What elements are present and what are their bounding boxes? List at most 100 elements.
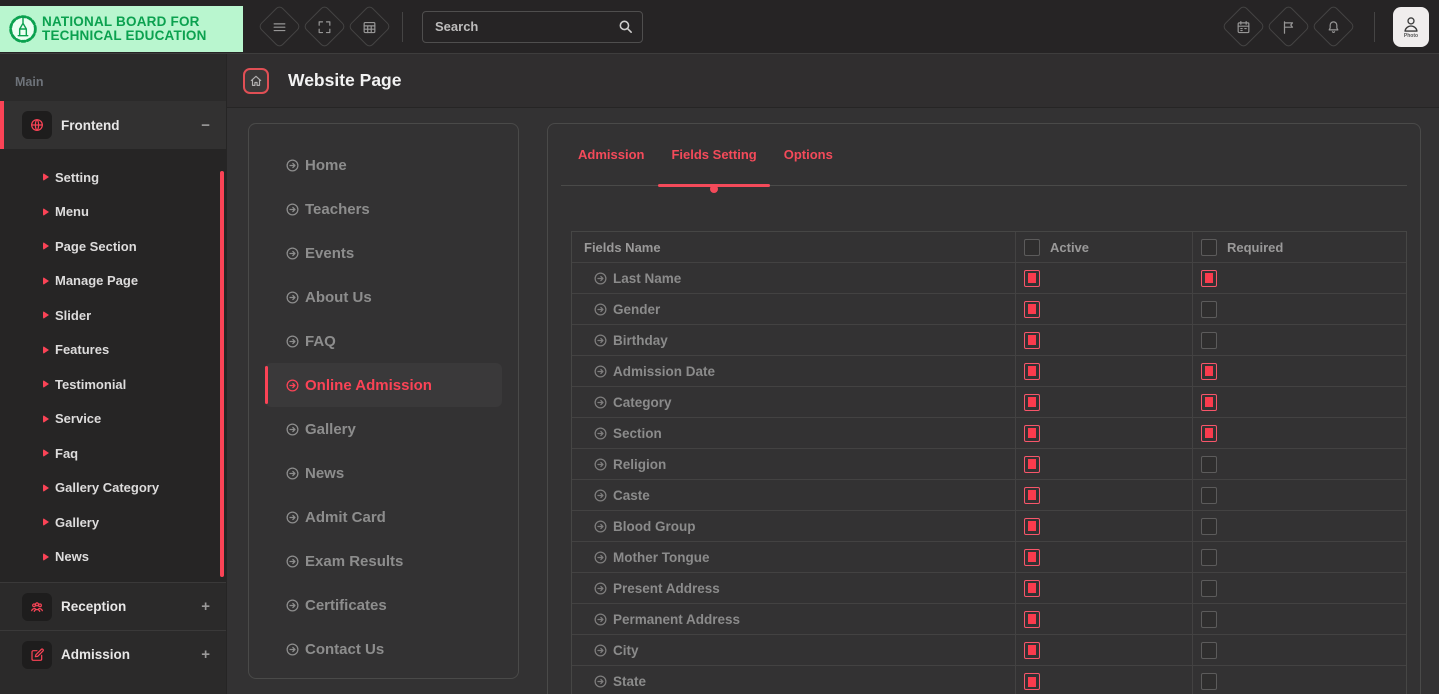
- page-nav-item-faq[interactable]: FAQ: [265, 319, 502, 363]
- required-checkbox-caste[interactable]: [1201, 486, 1217, 504]
- sidebar-group-frontend[interactable]: Frontend −: [0, 101, 226, 149]
- required-header-checkbox[interactable]: [1201, 238, 1217, 256]
- required-checkbox-admission-date[interactable]: [1201, 362, 1217, 380]
- table-row-permanent-address: Permanent Address: [572, 604, 1406, 635]
- required-checkbox-category[interactable]: [1201, 393, 1217, 411]
- required-checkbox-mother-tongue[interactable]: [1201, 548, 1217, 566]
- arrow-circle-icon: [593, 333, 608, 348]
- page-nav-item-gallery[interactable]: Gallery: [265, 407, 502, 451]
- active-checkbox-blood-group[interactable]: [1024, 517, 1040, 535]
- sidebar-section-label: Main: [15, 75, 44, 89]
- sidebar-item-gallery[interactable]: Gallery: [0, 505, 226, 540]
- table-row-section: Section: [572, 418, 1406, 449]
- sidebar-item-testimonial[interactable]: Testimonial: [0, 367, 226, 402]
- arrow-circle-icon: [285, 598, 300, 613]
- page-nav-item-online-admission[interactable]: Online Admission: [265, 363, 502, 407]
- arrow-circle-icon: [593, 302, 608, 317]
- page-nav-item-events[interactable]: Events: [265, 231, 502, 275]
- page-nav-item-certificates[interactable]: Certificates: [265, 583, 502, 627]
- arrow-circle-icon: [593, 271, 608, 286]
- sidebar-item-page-section[interactable]: Page Section: [0, 229, 226, 264]
- arrow-circle-icon: [285, 202, 300, 217]
- active-checkbox-permanent-address[interactable]: [1024, 610, 1040, 628]
- arrow-circle-icon: [285, 378, 300, 393]
- sidebar-group-admission[interactable]: Admission +: [0, 630, 226, 678]
- search-input[interactable]: [422, 10, 643, 43]
- required-checkbox-section[interactable]: [1201, 424, 1217, 442]
- page-nav-item-admit-card[interactable]: Admit Card: [265, 495, 502, 539]
- sidebar-item-setting[interactable]: Setting: [0, 160, 226, 195]
- search-icon[interactable]: [617, 18, 634, 35]
- table-row-birthday: Birthday: [572, 325, 1406, 356]
- globe-icon: [22, 111, 52, 139]
- required-checkbox-state[interactable]: [1201, 673, 1217, 690]
- home-icon[interactable]: [243, 67, 269, 94]
- sidebar-item-slider[interactable]: Slider: [0, 298, 226, 333]
- active-checkbox-birthday[interactable]: [1024, 331, 1040, 349]
- active-checkbox-state[interactable]: [1024, 673, 1040, 690]
- required-checkbox-last-name[interactable]: [1201, 269, 1217, 287]
- active-checkbox-category[interactable]: [1024, 393, 1040, 411]
- app-logo[interactable]: NATIONAL BOARD FOR TECHNICAL EDUCATION: [0, 5, 243, 52]
- sidebar-group-label: Reception: [61, 599, 127, 614]
- tab-fields-setting[interactable]: Fields Setting: [658, 124, 770, 193]
- sidebar-item-menu[interactable]: Menu: [0, 195, 226, 230]
- grid-icon[interactable]: [347, 4, 392, 49]
- page-nav-item-teachers[interactable]: Teachers: [265, 187, 502, 231]
- fields-table: Fields Name Active Required Last Name Gen…: [571, 231, 1407, 694]
- bell-icon[interactable]: [1311, 4, 1356, 49]
- active-checkbox-last-name[interactable]: [1024, 269, 1040, 287]
- menu-icon[interactable]: [257, 4, 302, 49]
- page-nav-item-news[interactable]: News: [265, 451, 502, 495]
- fullscreen-icon[interactable]: [302, 4, 347, 49]
- field-name: Category: [572, 387, 1015, 417]
- arrow-circle-icon: [593, 550, 608, 565]
- required-checkbox-birthday[interactable]: [1201, 331, 1217, 349]
- required-checkbox-present-address[interactable]: [1201, 579, 1217, 597]
- sidebar-item-news[interactable]: News: [0, 540, 226, 575]
- user-avatar[interactable]: Photo: [1393, 6, 1429, 47]
- flag-icon[interactable]: [1266, 4, 1311, 49]
- table-row-admission-date: Admission Date: [572, 356, 1406, 387]
- field-name: Religion: [572, 449, 1015, 479]
- table-row-caste: Caste: [572, 480, 1406, 511]
- required-checkbox-religion[interactable]: [1201, 455, 1217, 473]
- page-nav-item-about-us[interactable]: About Us: [265, 275, 502, 319]
- active-checkbox-section[interactable]: [1024, 424, 1040, 442]
- field-name: Gender: [572, 294, 1015, 324]
- caret-right-icon: [43, 483, 49, 492]
- required-checkbox-gender[interactable]: [1201, 300, 1217, 318]
- field-name: Admission Date: [572, 356, 1015, 386]
- arrow-circle-icon: [285, 554, 300, 569]
- page-nav-item-exam-results[interactable]: Exam Results: [265, 539, 502, 583]
- table-row-blood-group: Blood Group: [572, 511, 1406, 542]
- calendar-icon[interactable]: [1221, 4, 1266, 49]
- tab-options[interactable]: Options: [784, 124, 833, 185]
- sidebar-item-manage-page[interactable]: Manage Page: [0, 264, 226, 299]
- sidebar-item-service[interactable]: Service: [0, 402, 226, 437]
- caret-right-icon: [43, 380, 49, 389]
- sidebar-scrollbar[interactable]: [220, 171, 224, 577]
- table-row-state: State: [572, 666, 1406, 694]
- active-checkbox-admission-date[interactable]: [1024, 362, 1040, 380]
- active-checkbox-religion[interactable]: [1024, 455, 1040, 473]
- active-checkbox-city[interactable]: [1024, 641, 1040, 659]
- sidebar-group-reception[interactable]: Reception +: [0, 582, 226, 630]
- active-checkbox-present-address[interactable]: [1024, 579, 1040, 597]
- sidebar-item-gallery-category[interactable]: Gallery Category: [0, 471, 226, 506]
- page-nav-item-contact-us[interactable]: Contact Us: [265, 627, 502, 671]
- page-nav-item-home[interactable]: Home: [265, 143, 502, 187]
- tab-admission[interactable]: Admission: [578, 124, 644, 185]
- sidebar-item-features[interactable]: Features: [0, 333, 226, 368]
- active-checkbox-caste[interactable]: [1024, 486, 1040, 504]
- arrow-circle-icon: [593, 519, 608, 534]
- active-checkbox-mother-tongue[interactable]: [1024, 548, 1040, 566]
- sidebar-item-faq[interactable]: Faq: [0, 436, 226, 471]
- page-title: Website Page: [288, 70, 402, 90]
- required-checkbox-blood-group[interactable]: [1201, 517, 1217, 535]
- top-header: NATIONAL BOARD FOR TECHNICAL EDUCATION P…: [0, 0, 1439, 54]
- required-checkbox-permanent-address[interactable]: [1201, 610, 1217, 628]
- active-header-checkbox[interactable]: [1024, 238, 1040, 256]
- required-checkbox-city[interactable]: [1201, 641, 1217, 659]
- active-checkbox-gender[interactable]: [1024, 300, 1040, 318]
